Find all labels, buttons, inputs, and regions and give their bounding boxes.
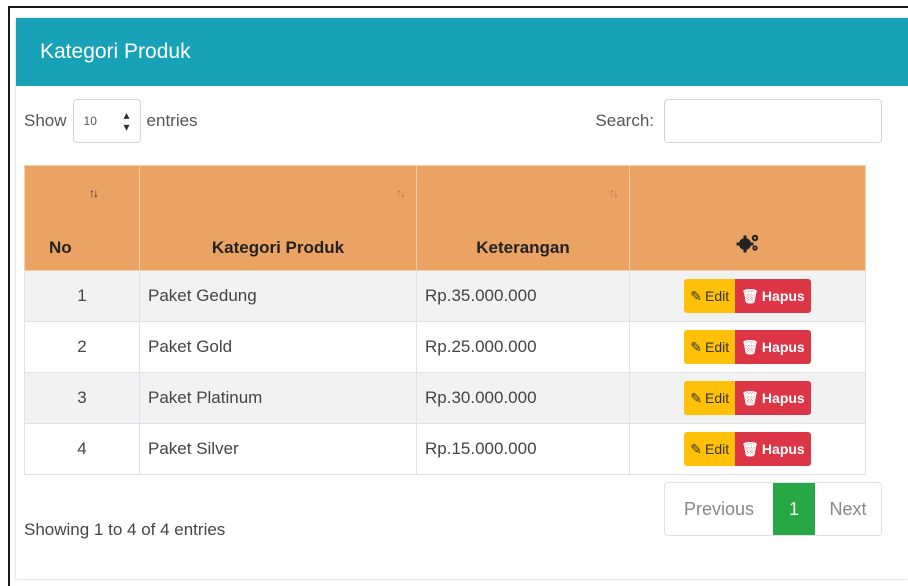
cell-no: 3 bbox=[24, 372, 140, 424]
cell-keterangan: Rp.15.000.000 bbox=[416, 423, 630, 475]
column-header-actions bbox=[629, 165, 866, 271]
edit-icon: ✎ bbox=[690, 338, 703, 355]
previous-page-button[interactable]: Previous bbox=[665, 483, 773, 535]
column-header-kategori-label: Kategori Produk bbox=[211, 238, 345, 257]
trash-icon: 🗑 bbox=[741, 389, 759, 406]
card-header: Kategori Produk bbox=[16, 18, 908, 86]
trash-icon: 🗑 bbox=[741, 338, 759, 355]
search-control: Search: bbox=[595, 98, 882, 144]
column-header-no[interactable]: ↑↓ No bbox=[24, 165, 140, 271]
select-arrows-icon: ▴ ▾ bbox=[123, 108, 130, 134]
edit-button[interactable]: ✎ Edit bbox=[684, 330, 736, 364]
entries-select[interactable]: 10 ▴ ▾ bbox=[72, 99, 141, 143]
table-wrapper: ↑↓ No ↑↓ Kategori Produk ↑↓ Keterangan 1… bbox=[24, 165, 866, 475]
cell-no: 1 bbox=[24, 270, 140, 322]
table-row: 2 Paket Gold Rp.25.000.000 ✎ Edit 🗑 Hapus bbox=[24, 321, 866, 373]
sort-icon: ↑↓ bbox=[609, 186, 619, 200]
edit-button[interactable]: ✎ Edit bbox=[684, 432, 736, 466]
table-row: 3 Paket Platinum Rp.30.000.000 ✎ Edit 🗑 Hap… bbox=[24, 372, 866, 424]
search-label: Search: bbox=[595, 111, 654, 130]
column-header-keterangan-label: Keterangan bbox=[476, 238, 570, 257]
cell-keterangan: Rp.35.000.000 bbox=[416, 270, 630, 322]
delete-button[interactable]: 🗑 Hapus bbox=[735, 381, 811, 415]
trash-icon: 🗑 bbox=[741, 287, 759, 304]
cell-keterangan: Rp.30.000.000 bbox=[416, 372, 630, 424]
edit-icon: ✎ bbox=[690, 440, 703, 457]
gears-icon bbox=[736, 234, 758, 253]
cell-actions: ✎ Edit 🗑 Hapus bbox=[629, 423, 866, 475]
search-input[interactable] bbox=[664, 99, 882, 143]
edit-button[interactable]: ✎ Edit bbox=[684, 381, 736, 415]
cell-kategori: Paket Silver bbox=[139, 423, 417, 475]
cell-no: 4 bbox=[24, 423, 140, 475]
delete-button[interactable]: 🗑 Hapus bbox=[735, 279, 811, 313]
length-control: Show 10 ▴ ▾ entries bbox=[24, 98, 198, 144]
cell-keterangan: Rp.25.000.000 bbox=[416, 321, 630, 373]
edit-button[interactable]: ✎ Edit bbox=[684, 279, 736, 313]
cell-actions: ✎ Edit 🗑 Hapus bbox=[629, 372, 866, 424]
delete-label: Hapus bbox=[761, 288, 805, 304]
cell-actions: ✎ Edit 🗑 Hapus bbox=[629, 321, 866, 373]
delete-label: Hapus bbox=[761, 339, 805, 355]
entries-select-value: 10 bbox=[83, 114, 97, 128]
delete-label: Hapus bbox=[761, 441, 805, 457]
trash-icon: 🗑 bbox=[741, 440, 759, 457]
column-header-keterangan[interactable]: ↑↓ Keterangan bbox=[416, 165, 630, 271]
edit-icon: ✎ bbox=[690, 389, 703, 406]
table-row: 1 Paket Gedung Rp.35.000.000 ✎ Edit 🗑 Hapus bbox=[24, 270, 866, 322]
page-1-button[interactable]: 1 bbox=[773, 483, 815, 535]
table-row: 4 Paket Silver Rp.15.000.000 ✎ Edit 🗑 Hapus bbox=[24, 423, 866, 475]
delete-button[interactable]: 🗑 Hapus bbox=[735, 330, 811, 364]
column-header-kategori[interactable]: ↑↓ Kategori Produk bbox=[139, 165, 417, 271]
show-label: Show bbox=[24, 111, 67, 130]
sort-asc-icon: ↑↓ bbox=[89, 186, 99, 200]
edit-label: Edit bbox=[705, 339, 730, 355]
edit-label: Edit bbox=[705, 390, 730, 406]
delete-label: Hapus bbox=[761, 390, 805, 406]
delete-button[interactable]: 🗑 Hapus bbox=[735, 432, 811, 466]
cell-kategori: Paket Gedung bbox=[139, 270, 417, 322]
table-info: Showing 1 to 4 of 4 entries bbox=[24, 520, 226, 539]
edit-icon: ✎ bbox=[690, 287, 703, 304]
table-header-row: ↑↓ No ↑↓ Kategori Produk ↑↓ Keterangan bbox=[24, 165, 866, 271]
cell-kategori: Paket Gold bbox=[139, 321, 417, 373]
sort-icon: ↑↓ bbox=[396, 186, 406, 200]
cell-kategori: Paket Platinum bbox=[139, 372, 417, 424]
edit-label: Edit bbox=[705, 288, 730, 304]
table-controls: Show 10 ▴ ▾ entries Search: bbox=[24, 98, 882, 144]
edit-label: Edit bbox=[705, 441, 730, 457]
entries-label: entries bbox=[146, 111, 198, 130]
column-header-no-label: No bbox=[49, 238, 72, 257]
card-title: Kategori Produk bbox=[40, 40, 191, 63]
cell-actions: ✎ Edit 🗑 Hapus bbox=[629, 270, 866, 322]
next-page-button[interactable]: Next bbox=[815, 483, 881, 535]
pagination: Previous 1 Next bbox=[664, 482, 882, 536]
cell-no: 2 bbox=[24, 321, 140, 373]
kategori-table: ↑↓ No ↑↓ Kategori Produk ↑↓ Keterangan 1… bbox=[24, 165, 866, 475]
